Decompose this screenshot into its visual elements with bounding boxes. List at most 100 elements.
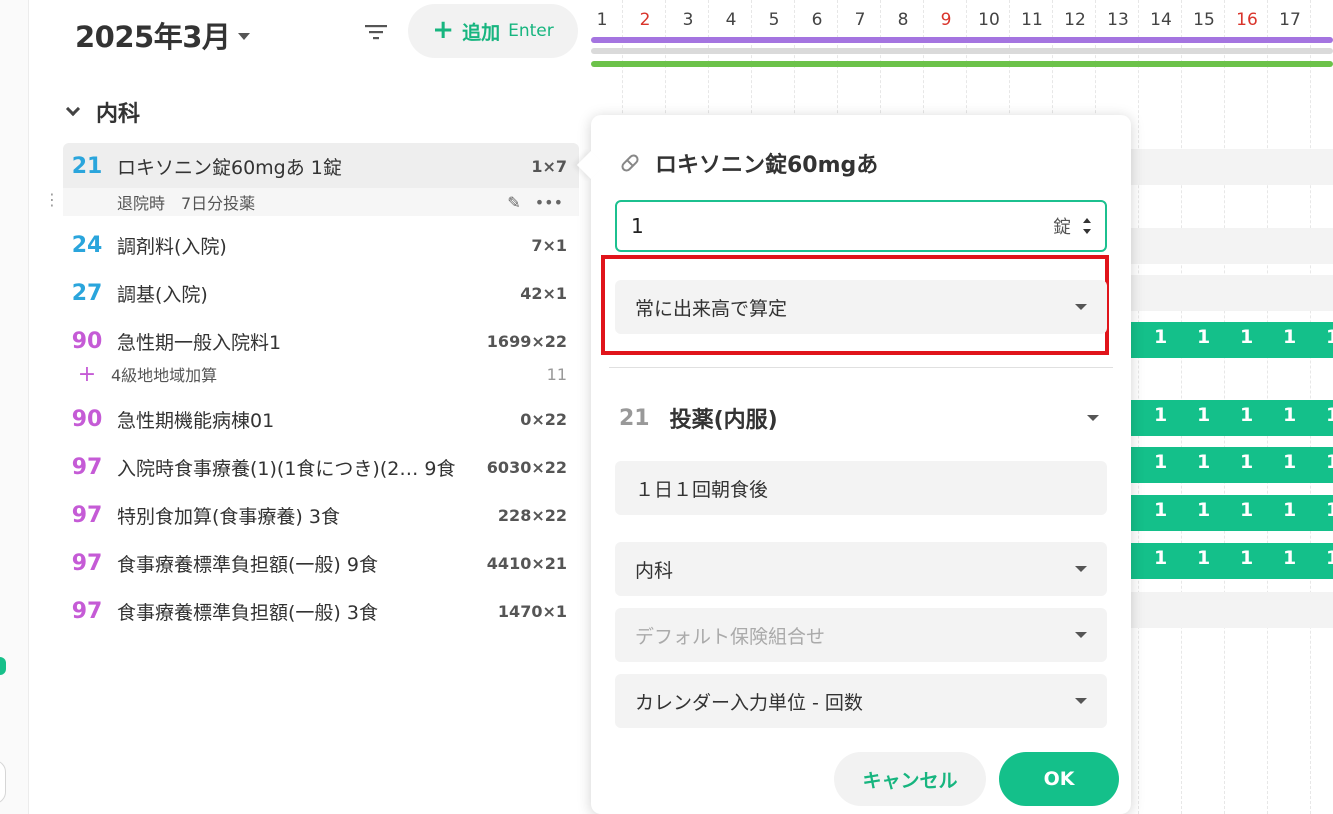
order-name: ロキソニン錠60mgあ 1錠 [117,156,342,179]
calendar-cell-value[interactable]: 1 [1154,499,1167,521]
calendar-cell-value[interactable]: 1 [1326,499,1333,521]
calendar-day-16[interactable]: 16 [1232,10,1262,30]
calendar-row[interactable] [1131,228,1333,264]
calendar-row-filled[interactable]: 1 1 1 1 1 [1131,495,1333,531]
calendar-row-filled[interactable]: 1 1 1 1 1 [1131,447,1333,483]
calendar-day-2[interactable]: 2 [630,10,660,30]
pill-icon [621,154,639,172]
order-row[interactable]: 90 急性期機能病棟01 0×22 [63,396,579,442]
calendar-cell-value[interactable]: 1 [1154,547,1167,569]
calendar-cell-value[interactable]: 1 [1326,326,1333,348]
calendar-cell-value[interactable]: 1 [1240,451,1253,473]
calendar-day-12[interactable]: 12 [1060,10,1090,30]
calendar-day-3[interactable]: 3 [673,10,703,30]
group-name: 投薬(内服) [669,408,778,433]
dropdown-caret-icon [1075,304,1087,310]
group-selector[interactable]: 21 投薬(内服) [619,402,1107,434]
order-qty: 228×22 [497,505,567,525]
calendar-cell-value[interactable]: 1 [1197,404,1210,426]
dropdown-caret-icon [1075,566,1087,572]
stepper-up-icon[interactable] [1083,218,1091,223]
calendar-cell-value[interactable]: 1 [1154,326,1167,348]
calendar-row-filled[interactable]: 1 1 1 1 1 [1131,400,1333,436]
rail-round-button[interactable] [0,760,6,804]
status-dot[interactable] [0,657,6,675]
calendar-row[interactable] [1131,275,1333,311]
insurance-select[interactable]: デフォルト保険組合せ [615,608,1107,662]
order-qty: 6030×22 [486,457,567,477]
quantity-value[interactable]: 1 [631,214,1053,238]
department-select[interactable]: 内科 [615,542,1107,596]
calendar-row[interactable] [1131,149,1333,185]
order-code: 90 [71,328,103,354]
calendar-day-1[interactable]: 1 [587,10,617,30]
calendar-cell-value[interactable]: 1 [1283,404,1296,426]
calendar-cell-value[interactable]: 1 [1240,404,1253,426]
filter-button[interactable] [358,14,394,50]
order-row[interactable]: 97 入院時食事療養(1)(1食につき)(2… 9食 6030×22 [63,444,579,490]
calendar-cell-value[interactable]: 1 [1240,547,1253,569]
calendar-day-5[interactable]: 5 [759,10,789,30]
calendar-cell-value[interactable]: 1 [1240,326,1253,348]
dosage-field[interactable]: １日１回朝食後 [615,461,1107,515]
calendar-cell-value[interactable]: 1 [1154,404,1167,426]
calendar-cell-value[interactable]: 1 [1197,451,1210,473]
calendar-day-14[interactable]: 14 [1146,10,1176,30]
calendar-cell-value[interactable]: 1 [1283,547,1296,569]
calendar-day-13[interactable]: 13 [1103,10,1133,30]
order-row[interactable]: 24 調剤料(入院) 7×1 [63,222,579,268]
edit-pencil-icon[interactable]: ✎ [507,193,520,212]
calendar-day-9[interactable]: 9 [931,10,961,30]
group-code: 21 [619,405,650,431]
section-header[interactable]: 内科 [65,96,140,128]
addon-count: 11 [546,364,567,384]
dosage-value: １日１回朝食後 [635,478,769,501]
order-row[interactable]: 97 特別食加算(食事療養) 3食 228×22 [63,492,579,538]
order-row[interactable]: 97 食事療養標準負担額(一般) 3食 1470×1 [63,588,579,634]
calendar-day-8[interactable]: 8 [888,10,918,30]
order-row[interactable]: 97 食事療養標準負担額(一般) 9食 4410×21 [63,540,579,586]
more-menu-icon[interactable]: ••• [535,193,563,212]
calendar-bar-gray [591,48,1333,54]
calendar-day-7[interactable]: 7 [845,10,875,30]
cancel-button[interactable]: キャンセル [834,752,986,806]
stepper-down-icon[interactable] [1083,229,1091,234]
calc-mode-select[interactable]: 常に出来高で算定 [615,280,1107,334]
calendar-day-4[interactable]: 4 [716,10,746,30]
popup-title: ロキソニン錠60mgあ [619,147,878,179]
stepper-arrows[interactable] [1083,218,1091,234]
order-name: 急性期機能病棟01 [117,409,275,432]
order-row[interactable]: 90 急性期一般入院料1 1699×22 [63,318,579,364]
ok-button[interactable]: OK [999,752,1119,806]
calendar-day-6[interactable]: 6 [802,10,832,30]
calendar-cell-value[interactable]: 1 [1197,499,1210,521]
calendar-row-filled[interactable]: 1 1 1 1 1 [1131,543,1333,579]
calendar-day-11[interactable]: 11 [1017,10,1047,30]
order-comment: 退院時 7日分投薬 [117,194,256,213]
calendar-row[interactable] [1131,592,1333,628]
calendar-day-15[interactable]: 15 [1189,10,1219,30]
calendar-cell-value[interactable]: 1 [1283,499,1296,521]
add-button[interactable]: + 追加 Enter [408,4,578,58]
calendar-day-10[interactable]: 10 [974,10,1004,30]
calendar-cell-value[interactable]: 1 [1154,451,1167,473]
calendar-cell-value[interactable]: 1 [1283,326,1296,348]
calendar-cell-value[interactable]: 1 [1326,404,1333,426]
calendar-row-filled[interactable]: 1 1 1 1 1 [1131,322,1333,358]
calendar-cell-value[interactable]: 1 [1283,451,1296,473]
calendar-cell-value[interactable]: 1 [1326,547,1333,569]
calendar-day-17[interactable]: 17 [1275,10,1305,30]
order-row[interactable]: 27 調基(入院) 42×1 [63,270,579,316]
month-selector[interactable]: 2025年3月 [75,14,251,56]
month-label: 2025年3月 [75,20,231,54]
quantity-stepper[interactable]: 1 錠 [615,200,1107,252]
order-qty: 7×1 [531,235,567,255]
calendar-cell-value[interactable]: 1 [1197,547,1210,569]
calendar-cell-value[interactable]: 1 [1197,326,1210,348]
filter-icon [365,25,387,40]
order-row[interactable]: 21 ロキソニン錠60mgあ 1錠 1×7 [63,143,579,189]
calendar-cell-value[interactable]: 1 [1326,451,1333,473]
input-unit-select[interactable]: カレンダー入力単位 - 回数 [615,674,1107,728]
calendar-cell-value[interactable]: 1 [1240,499,1253,521]
order-addon-row[interactable]: + 4級地地域加算 11 [63,360,579,388]
